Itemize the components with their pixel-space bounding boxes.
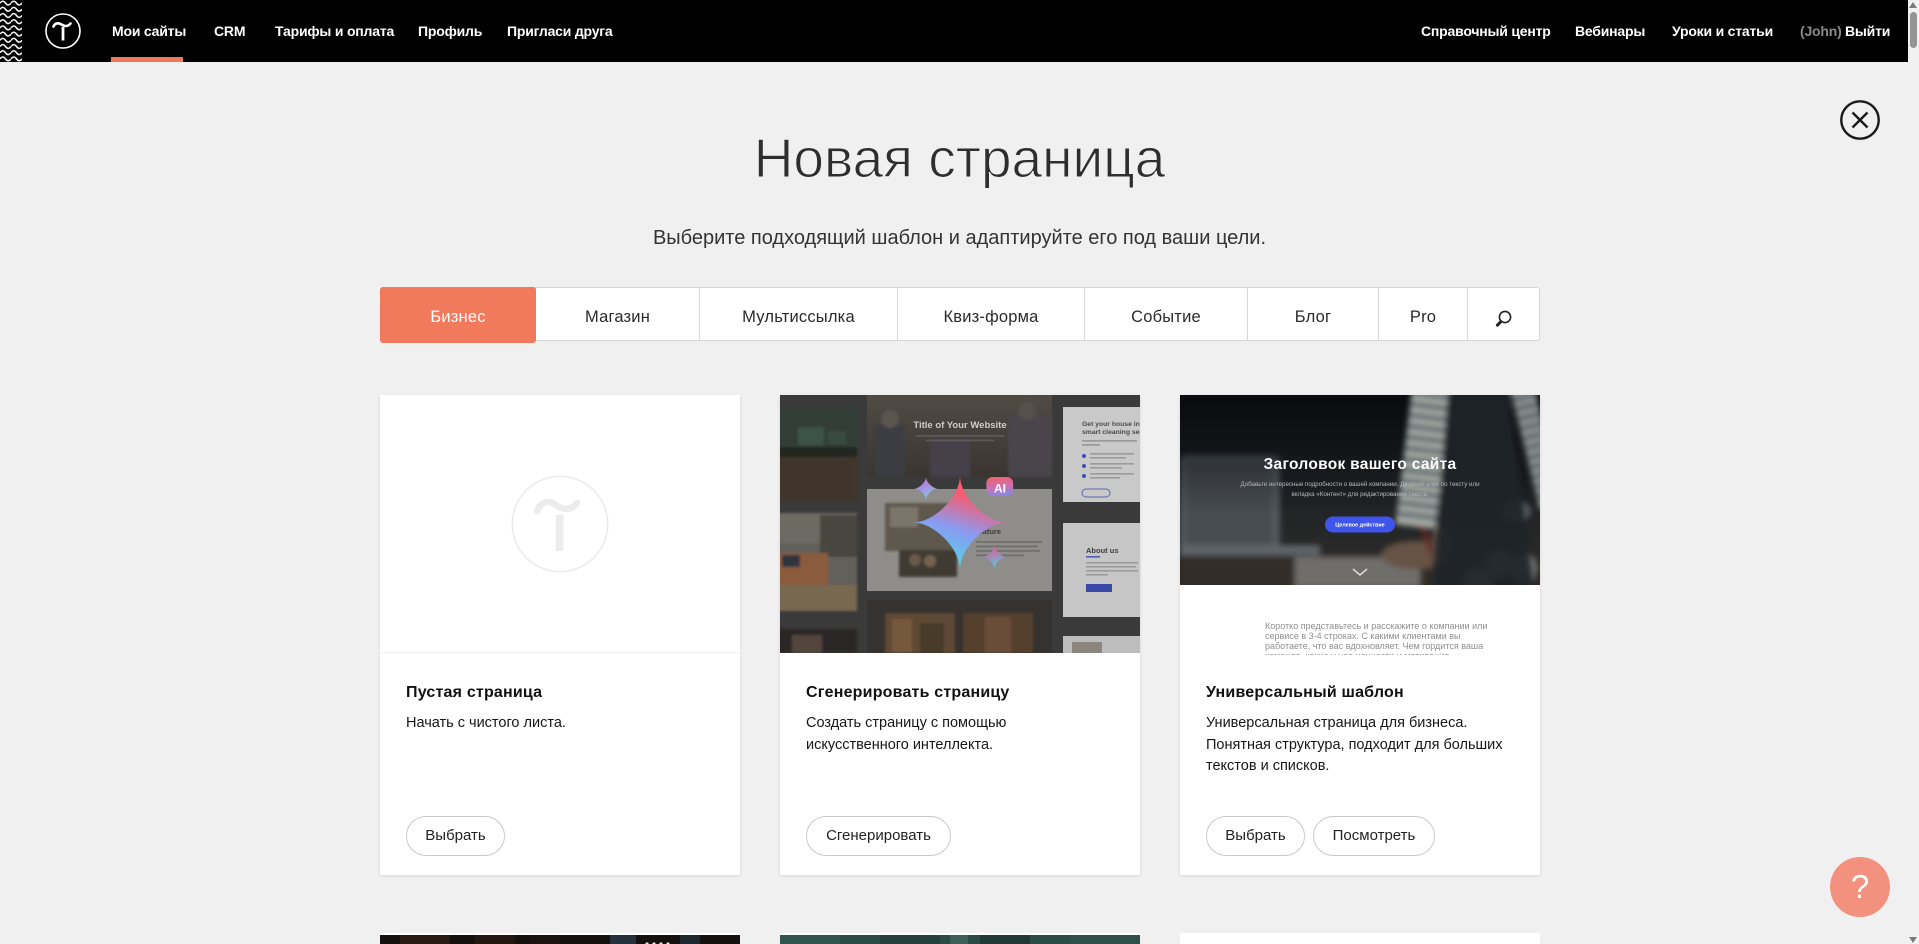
svg-text:Целевое действие: Целевое действие [1335, 522, 1384, 529]
svg-text:Get your house in order with: Get your house in order with [1082, 421, 1140, 428]
svg-text:About us: About us [1086, 546, 1119, 555]
svg-text:вкладка «Контент» для редактир: вкладка «Контент» для редактирования тек… [1292, 491, 1429, 498]
svg-text:сервисе в 3-4 строках. С каким: сервисе в 3-4 строках. С какими клиентам… [1265, 631, 1461, 641]
svg-text:Title of Your Website: Title of Your Website [913, 420, 1006, 431]
svg-text:Добавьте интересные подробност: Добавьте интересные подробности о вашей … [1240, 481, 1480, 488]
svg-text:команда, какие у нее ценности: команда, какие у нее ценности и мотиваци… [1265, 651, 1449, 655]
svg-text:Заголовок вашего сайта: Заголовок вашего сайта [1264, 456, 1457, 473]
svg-text:AI: AI [994, 482, 1006, 496]
svg-text:smart cleaning service!: smart cleaning service! [1082, 429, 1140, 436]
svg-text:Коротко представьтесь и расска: Коротко представьтесь и расскажите о ком… [1265, 621, 1487, 631]
svg-text:работаете, что вас вдохновляет: работаете, что вас вдохновляет. Чем горд… [1265, 641, 1483, 651]
